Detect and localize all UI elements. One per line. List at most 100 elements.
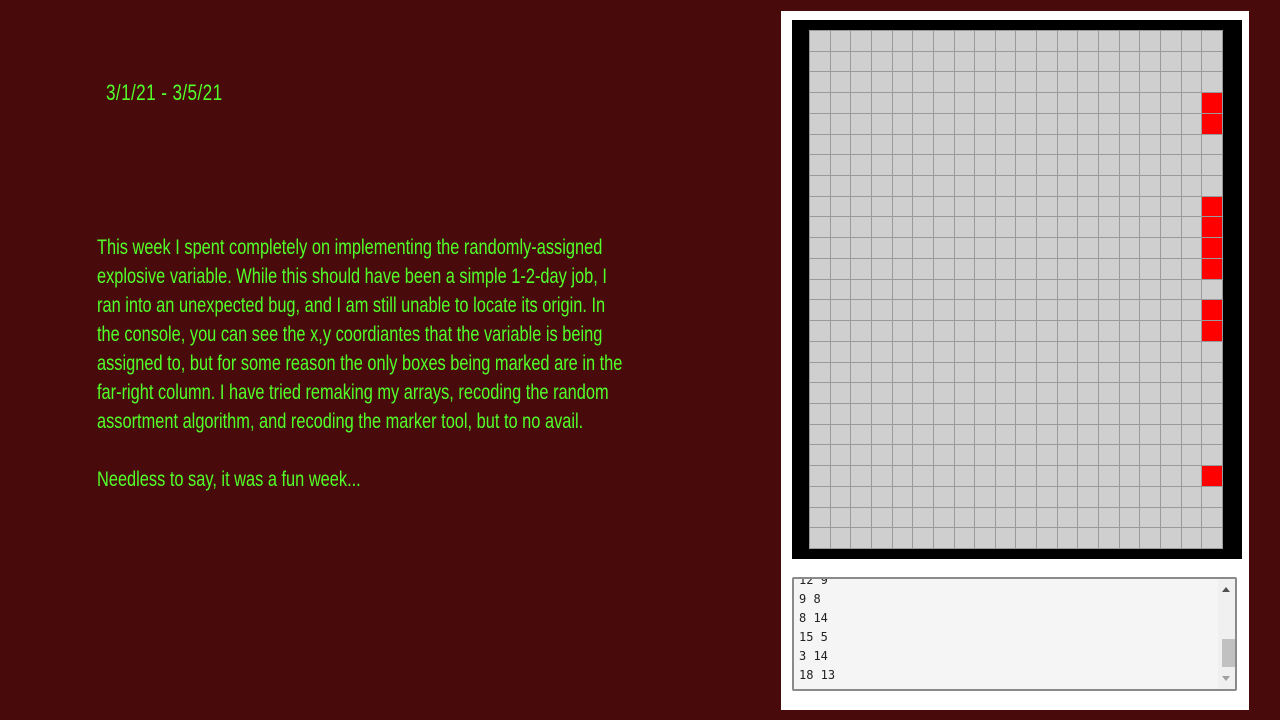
grid-cell[interactable] xyxy=(810,93,831,114)
grid-cell[interactable] xyxy=(1140,466,1162,487)
grid-cell[interactable] xyxy=(1057,113,1079,135)
grid-cell[interactable] xyxy=(1202,362,1223,384)
grid-cell[interactable] xyxy=(954,403,976,425)
grid-cell[interactable] xyxy=(1016,155,1038,177)
grid-cell[interactable] xyxy=(1016,113,1038,135)
grid-cell[interactable] xyxy=(1161,362,1182,384)
grid-cell[interactable] xyxy=(851,321,872,342)
grid-cell[interactable] xyxy=(995,383,1017,404)
grid-cell[interactable] xyxy=(851,134,872,156)
grid-cell[interactable] xyxy=(1119,403,1141,425)
grid-cell[interactable] xyxy=(830,72,852,94)
grid-cell[interactable] xyxy=(954,113,976,135)
grid-cell[interactable] xyxy=(871,279,893,301)
grid-cell[interactable] xyxy=(995,279,1017,301)
grid-cell[interactable] xyxy=(1181,341,1203,363)
grid-cell[interactable] xyxy=(933,383,955,404)
grid-cell[interactable] xyxy=(1057,155,1079,177)
grid-cell[interactable] xyxy=(1202,486,1223,508)
grid-cell[interactable] xyxy=(1057,321,1079,342)
grid-cell[interactable] xyxy=(1140,258,1162,280)
grid-cell[interactable] xyxy=(975,321,996,342)
grid-cell[interactable] xyxy=(1119,196,1141,218)
grid-cell[interactable] xyxy=(1016,507,1038,529)
grid-cell[interactable] xyxy=(954,341,976,363)
grid-cell[interactable] xyxy=(1202,176,1223,197)
grid-cell[interactable] xyxy=(1119,176,1141,197)
grid-cell[interactable] xyxy=(995,528,1017,549)
grid-cell[interactable] xyxy=(1099,362,1120,384)
grid-cell[interactable] xyxy=(1119,217,1141,239)
grid-cell[interactable] xyxy=(871,300,893,322)
grid-cell[interactable] xyxy=(851,300,872,322)
grid-cell[interactable] xyxy=(1016,300,1038,322)
grid-cell[interactable] xyxy=(1037,424,1058,446)
grid-cell[interactable] xyxy=(871,134,893,156)
grid-cell[interactable] xyxy=(1181,279,1203,301)
grid-cell[interactable] xyxy=(1099,383,1120,404)
grid-cell[interactable] xyxy=(954,321,976,342)
grid-cell[interactable] xyxy=(1140,362,1162,384)
grid-cell[interactable] xyxy=(1057,341,1079,363)
grid-cell[interactable] xyxy=(933,51,955,73)
grid-cell[interactable] xyxy=(1037,258,1058,280)
grid-cell[interactable] xyxy=(1037,31,1058,52)
grid-cell[interactable] xyxy=(1140,383,1162,404)
grid-cell[interactable] xyxy=(1161,176,1182,197)
grid-cell[interactable] xyxy=(1016,258,1038,280)
grid-cell[interactable] xyxy=(1161,155,1182,177)
grid-cell[interactable] xyxy=(933,72,955,94)
grid-cell[interactable] xyxy=(1078,155,1100,177)
grid-cell[interactable] xyxy=(851,486,872,508)
grid-cell[interactable] xyxy=(1078,383,1100,404)
scroll-up-icon[interactable] xyxy=(1222,587,1230,592)
grid-cell[interactable] xyxy=(975,134,996,156)
grid-cell[interactable] xyxy=(933,341,955,363)
grid-cell[interactable] xyxy=(1057,383,1079,404)
grid-cell[interactable] xyxy=(1099,217,1120,239)
grid-cell[interactable] xyxy=(851,93,872,114)
grid-cell[interactable] xyxy=(1057,93,1079,114)
grid-cell[interactable] xyxy=(1037,113,1058,135)
grid-cell[interactable] xyxy=(1099,507,1120,529)
grid-cell[interactable] xyxy=(1181,507,1203,529)
grid-cell[interactable] xyxy=(871,528,893,549)
grid-cell[interactable] xyxy=(1016,51,1038,73)
grid-cell[interactable] xyxy=(1099,258,1120,280)
grid-cell[interactable] xyxy=(1037,383,1058,404)
grid-cell[interactable] xyxy=(1161,93,1182,114)
grid-cell[interactable] xyxy=(913,445,934,467)
grid-cell[interactable] xyxy=(1057,279,1079,301)
grid-cell[interactable] xyxy=(1057,217,1079,239)
grid-cell[interactable] xyxy=(810,341,831,363)
grid-cell[interactable] xyxy=(830,424,852,446)
grid-cell[interactable] xyxy=(1181,196,1203,218)
grid-cell[interactable] xyxy=(1016,341,1038,363)
grid-cell[interactable] xyxy=(1140,279,1162,301)
grid-cell[interactable] xyxy=(1161,403,1182,425)
grid-cell[interactable] xyxy=(1057,445,1079,467)
grid-cell[interactable] xyxy=(1140,300,1162,322)
grid-cell[interactable] xyxy=(1037,507,1058,529)
grid-cell[interactable] xyxy=(851,176,872,197)
grid-cell[interactable] xyxy=(871,507,893,529)
grid-cell-marked[interactable] xyxy=(1202,93,1223,114)
grid-cell[interactable] xyxy=(1099,445,1120,467)
grid-cell[interactable] xyxy=(975,196,996,218)
grid-cell[interactable] xyxy=(1202,51,1223,73)
grid-cell[interactable] xyxy=(1119,93,1141,114)
grid-cell[interactable] xyxy=(871,341,893,363)
grid-cell[interactable] xyxy=(1202,134,1223,156)
grid-cell[interactable] xyxy=(1057,424,1079,446)
grid-cell[interactable] xyxy=(913,217,934,239)
grid-cell[interactable] xyxy=(995,176,1017,197)
grid-cell[interactable] xyxy=(830,362,852,384)
grid-cell[interactable] xyxy=(913,528,934,549)
grid-cell[interactable] xyxy=(1037,238,1058,259)
grid-cell[interactable] xyxy=(1140,528,1162,549)
console-scrollbar[interactable] xyxy=(1218,579,1235,689)
grid-cell[interactable] xyxy=(892,362,914,384)
grid-cell[interactable] xyxy=(1016,279,1038,301)
grid-cell[interactable] xyxy=(975,279,996,301)
grid-cell[interactable] xyxy=(995,403,1017,425)
